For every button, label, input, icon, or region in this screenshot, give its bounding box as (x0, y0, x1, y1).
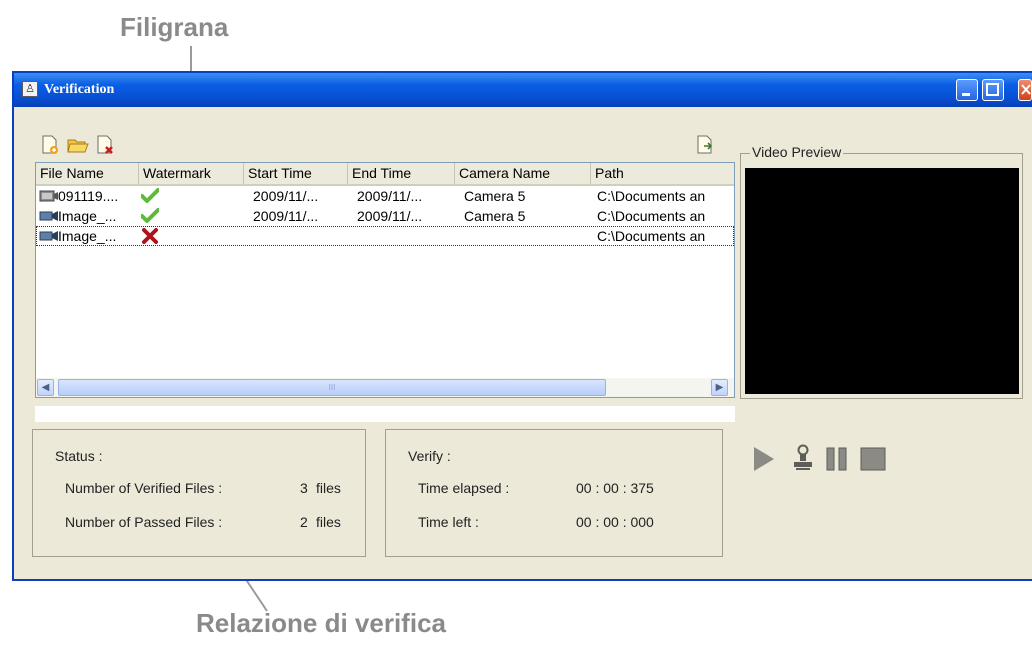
pause-icon[interactable] (824, 444, 852, 474)
passed-files-label: Number of Passed Files : (65, 514, 223, 530)
camera-name-cell: Camera 5 (464, 188, 526, 204)
close-button[interactable] (1018, 79, 1032, 101)
remove-file-icon[interactable] (96, 135, 114, 155)
column-file-name[interactable]: File Name (36, 163, 139, 184)
verified-files-count: 3 (300, 480, 308, 496)
video-file-icon (39, 190, 58, 202)
verify-group: Verify : Time elapsed : 00 : 00 : 375 Ti… (385, 429, 723, 557)
start-time-cell: 2009/11/... (253, 188, 319, 204)
scroll-right-button[interactable]: ▶ (711, 379, 728, 396)
table-row[interactable]: 091119.... 2009/11/... 2009/11/... Camer… (36, 186, 734, 206)
video-file-icon (39, 231, 58, 241)
verification-window: ♙ Verification File Name Watermark Start… (12, 71, 1032, 581)
end-time-cell: 2009/11/... (357, 188, 423, 204)
add-file-icon[interactable] (41, 135, 59, 155)
path-cell: C:\Documents an (597, 188, 706, 204)
verified-files-unit: files (316, 480, 341, 496)
verify-heading: Verify : (408, 448, 451, 464)
video-preview-label: Video Preview (750, 144, 844, 160)
passed-files-unit: files (316, 514, 341, 530)
video-file-icon (39, 211, 58, 221)
maximize-button[interactable] (982, 79, 1004, 101)
report-callout: Relazione di verifica (196, 608, 446, 638)
stop-icon[interactable] (858, 444, 888, 474)
open-folder-icon[interactable] (67, 135, 89, 155)
time-left-label: Time left : (418, 514, 479, 530)
file-name-cell: Image_... (58, 208, 117, 224)
table-row[interactable]: Image_... 2009/11/... 2009/11/... Camera… (36, 206, 734, 226)
verification-progress-bar (35, 406, 735, 422)
minimize-icon (962, 93, 970, 96)
scroll-left-button[interactable]: ◀ (37, 379, 54, 396)
file-list[interactable]: File Name Watermark Start Time End Time … (35, 162, 735, 398)
passed-files-count: 2 (300, 514, 308, 530)
horizontal-scrollbar[interactable]: ◀ III ▶ (36, 378, 734, 397)
camera-name-cell: Camera 5 (464, 208, 526, 224)
cross-icon (142, 228, 158, 244)
column-path[interactable]: Path (591, 163, 734, 184)
start-time-cell: 2009/11/... (253, 208, 319, 224)
time-left-value: 00 : 00 : 000 (576, 514, 654, 530)
status-heading: Status : (55, 448, 103, 464)
checkmark-icon (141, 188, 159, 203)
maximize-icon (986, 83, 999, 96)
end-time-cell: 2009/11/... (357, 208, 423, 224)
checkmark-icon (141, 208, 159, 223)
path-cell: C:\Documents an (597, 228, 706, 244)
table-row[interactable]: Image_... C:\Documents an (36, 226, 734, 246)
path-cell: C:\Documents an (597, 208, 706, 224)
file-name-cell: 091119.... (58, 188, 119, 204)
export-report-icon[interactable] (696, 135, 714, 155)
video-preview-screen (745, 168, 1019, 394)
close-icon (1021, 84, 1031, 95)
status-group: Status : Number of Verified Files : 3 fi… (32, 429, 366, 557)
column-camera-name[interactable]: Camera Name (455, 163, 591, 184)
verified-files-label: Number of Verified Files : (65, 480, 223, 496)
app-icon: ♙ (22, 81, 38, 97)
column-watermark[interactable]: Watermark (139, 163, 244, 184)
time-elapsed-value: 00 : 00 : 375 (576, 480, 654, 496)
play-icon[interactable] (751, 444, 777, 474)
scroll-thumb[interactable]: III (58, 379, 606, 396)
column-end-time[interactable]: End Time (348, 163, 455, 184)
file-list-header: File Name Watermark Start Time End Time … (36, 163, 734, 186)
stamp-icon[interactable] (792, 444, 814, 474)
watermark-callout: Filigrana (120, 12, 229, 42)
column-start-time[interactable]: Start Time (244, 163, 348, 184)
minimize-button[interactable] (956, 79, 978, 101)
window-title: Verification (44, 82, 115, 97)
time-elapsed-label: Time elapsed : (418, 480, 510, 496)
file-name-cell: Image_... (58, 228, 117, 244)
title-bar: ♙ Verification (14, 73, 1032, 107)
